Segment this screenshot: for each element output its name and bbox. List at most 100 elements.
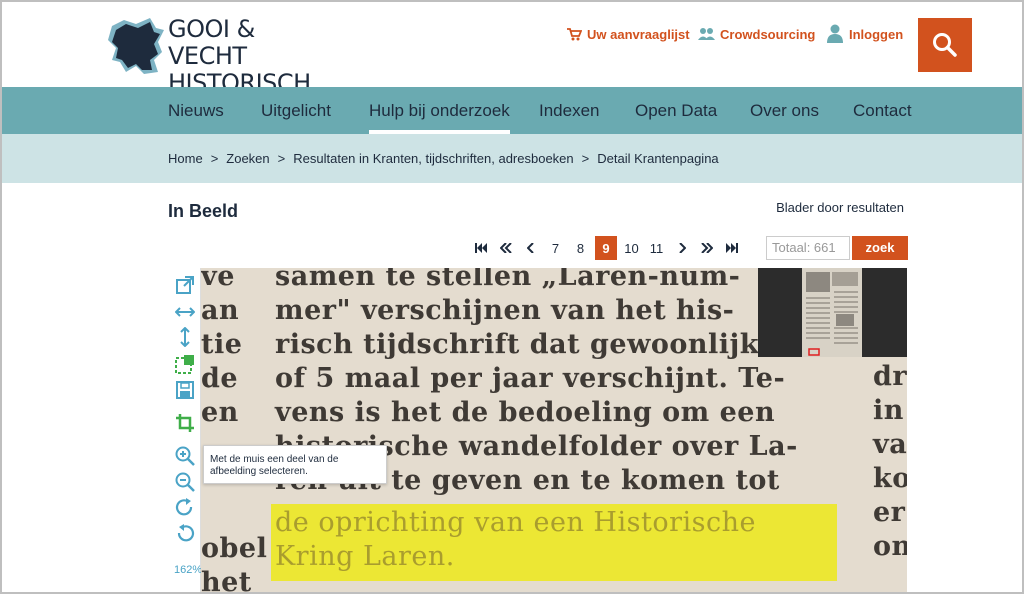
right-line: dr: [873, 361, 907, 392]
page-11-button[interactable]: 11: [644, 236, 669, 260]
crop-button[interactable]: [174, 412, 196, 434]
next-page-button[interactable]: [669, 236, 694, 260]
login-label: Inloggen: [849, 26, 904, 42]
first-page-icon: [474, 243, 487, 253]
article-line: mer" verschijnen van het his-: [275, 295, 735, 326]
page-title: In Beeld: [168, 201, 239, 221]
highlighted-text: de oprichting van een Historische Kring …: [275, 506, 756, 574]
selection-tooltip: Met de muis een deel van de afbeelding s…: [203, 445, 387, 484]
left-line: an: [201, 295, 240, 326]
breadcrumb-zoeken[interactable]: Zoeken: [226, 151, 269, 166]
page-frame: GOOI & VECHT HISTORISCH Uw aanvraaglijst…: [0, 0, 1024, 594]
right-line: on: [873, 531, 907, 562]
breadcrumb-home[interactable]: Home: [168, 151, 203, 166]
zoom-level: 162%: [174, 564, 203, 576]
nav-item-hulp-bij-onderzoek[interactable]: Hulp bij onderzoek: [369, 87, 510, 134]
total-results-field[interactable]: Totaal: 661: [766, 236, 850, 260]
left-column-text: ve an tie de en obel het: [201, 268, 268, 594]
minimap-thumbnail-icon: [802, 268, 862, 357]
article-line: samen te stellen „Laren-num-: [275, 268, 741, 292]
open-external-button[interactable]: [174, 274, 196, 296]
page-8-button[interactable]: 8: [568, 236, 593, 260]
zoom-in-button[interactable]: [174, 445, 196, 467]
right-line: er: [873, 497, 906, 528]
right-line: ko: [873, 463, 907, 494]
article-line: risch tijdschrift dat gewoonlijk: [275, 329, 759, 360]
zoom-in-icon: [175, 446, 195, 466]
pagination: 7 8 9 10 11: [468, 236, 744, 260]
viewer-toolbar: 162%: [168, 268, 203, 592]
left-line: [201, 498, 267, 532]
right-line: in: [873, 395, 904, 426]
page-minimap[interactable]: [758, 268, 907, 357]
chevron-left-icon: [526, 243, 534, 253]
page-7-button[interactable]: 7: [543, 236, 568, 260]
right-line: va: [873, 429, 907, 460]
last-page-icon: [725, 243, 738, 253]
zoek-button[interactable]: zoek: [852, 236, 908, 260]
select-area-icon: [175, 355, 194, 374]
rotate-right-button[interactable]: [174, 497, 196, 519]
open-external-icon: [176, 276, 194, 294]
first-page-button[interactable]: [468, 236, 493, 260]
rotate-left-button[interactable]: [174, 523, 196, 545]
highlight-line: Kring Laren.: [275, 541, 455, 572]
save-button[interactable]: [174, 379, 196, 401]
chevron-right-icon: [678, 243, 686, 253]
site-logo[interactable]: GOOI & VECHT HISTORISCH: [106, 15, 336, 97]
browse-results-label: Blader door resultaten: [776, 200, 904, 215]
prev-page-button[interactable]: [518, 236, 543, 260]
left-line: de: [201, 363, 239, 394]
people-icon: [698, 28, 715, 40]
rotate-left-icon: [177, 524, 195, 542]
left-line: tie: [201, 329, 243, 360]
save-icon: [176, 381, 194, 399]
fit-width-icon: [175, 307, 195, 317]
fit-width-button[interactable]: [174, 301, 196, 323]
article-line: of 5 maal per jaar verschijnt. Te-: [275, 363, 786, 394]
right-column-text: dr in va ko er on: [873, 360, 907, 564]
next-fast-button[interactable]: [694, 236, 719, 260]
search-hit-highlight: de oprichting van een Historische Kring …: [271, 504, 837, 581]
last-page-button[interactable]: [719, 236, 744, 260]
zoom-out-icon: [175, 472, 195, 492]
page-9-button[interactable]: 9: [595, 236, 617, 260]
page-10-button[interactable]: 10: [619, 236, 644, 260]
user-icon: [827, 24, 843, 43]
search-icon: [933, 33, 957, 57]
breadcrumb-separator: >: [210, 151, 219, 166]
left-line: obel: [201, 533, 268, 564]
crop-icon: [176, 414, 194, 432]
prev-fast-button[interactable]: [493, 236, 518, 260]
breadcrumb-resultaten[interactable]: Resultaten in Kranten, tijdschriften, ad…: [293, 151, 573, 166]
nav-item-open-data[interactable]: Open Data: [635, 87, 717, 134]
nav-item-over-ons[interactable]: Over ons: [750, 87, 819, 134]
nav-item-indexen[interactable]: Indexen: [539, 87, 600, 134]
logo-line-1: GOOI & VECHT: [168, 15, 255, 70]
cart-icon: [567, 27, 582, 40]
fit-height-button[interactable]: [174, 326, 196, 348]
highlight-line: de oprichting van een Historische: [275, 507, 756, 538]
breadcrumb: Home > Zoeken > Resultaten in Kranten, tijds…: [168, 134, 719, 183]
request-list-label: Uw aanvraaglijst: [587, 26, 690, 42]
main-nav: Nieuws Uitgelicht Hulp bij onderzoek Ind…: [2, 87, 1022, 134]
nav-item-nieuws[interactable]: Nieuws: [168, 87, 224, 134]
left-line: het: [201, 567, 252, 594]
article-line: vens is het de bedoeling om een: [275, 397, 776, 428]
double-chevron-left-icon: [499, 243, 512, 253]
fit-height-icon: [180, 327, 190, 347]
rotate-right-icon: [175, 498, 193, 516]
select-area-button[interactable]: [174, 353, 196, 375]
nav-item-contact[interactable]: Contact: [853, 87, 912, 134]
logo-map-icon: [108, 18, 164, 74]
zoom-out-button[interactable]: [174, 471, 196, 493]
left-line: ve: [201, 268, 235, 292]
request-list-link[interactable]: Uw aanvraaglijst: [567, 22, 690, 46]
login-link[interactable]: Inloggen: [826, 22, 903, 46]
breadcrumb-separator: >: [581, 151, 590, 166]
crowdsourcing-link[interactable]: Crowdsourcing: [698, 22, 815, 46]
search-button[interactable]: [918, 18, 972, 72]
breadcrumb-separator: >: [277, 151, 286, 166]
crowdsourcing-label: Crowdsourcing: [720, 26, 816, 42]
nav-item-uitgelicht[interactable]: Uitgelicht: [261, 87, 331, 134]
